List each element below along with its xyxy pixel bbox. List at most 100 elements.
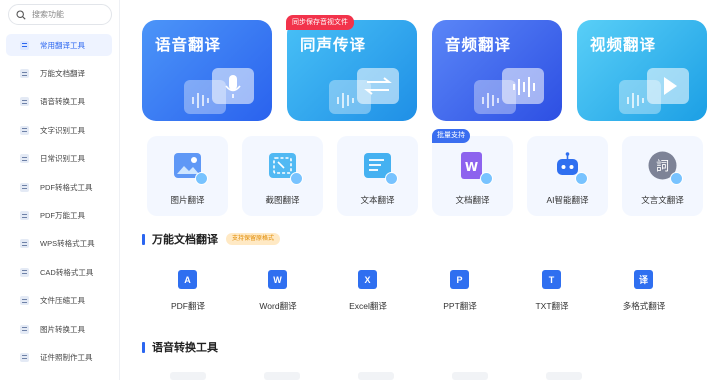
sidebar-item-icon (20, 69, 29, 79)
translate-badge-icon (385, 172, 398, 185)
ppt-icon: P (450, 270, 469, 289)
card-title: 视频翻译 (590, 37, 657, 54)
format-keep-tag: 支持保留原格式 (226, 233, 281, 245)
sidebar-item[interactable]: 文字识别工具 (0, 116, 120, 144)
search-input[interactable] (32, 10, 102, 19)
voice-translate-card[interactable]: 语音翻译 (142, 20, 272, 121)
doc-icon-glyph: T (548, 274, 555, 285)
sidebar-item[interactable]: 语音转换工具 (0, 88, 120, 116)
doc-icon-glyph: W (273, 274, 282, 285)
doc-tool-label: TXT翻译 (535, 301, 569, 311)
tool-card-classical-chinese[interactable]: 詞文言文翻译 (622, 136, 703, 216)
next-row-item (546, 372, 582, 380)
screenshot-translate-icon (267, 150, 303, 185)
sync-save-ribbon: 同步保存音视文件 (286, 15, 354, 30)
sidebar-item-icon (20, 182, 29, 192)
doc-icon-glyph: A (184, 274, 191, 285)
section-title: 万能文档翻译 (152, 234, 218, 246)
next-row-item (358, 372, 394, 380)
tool-card-ai-robot[interactable]: AI智能翻译 (527, 136, 608, 216)
svg-text:詞: 詞 (656, 160, 669, 175)
sidebar-item-label: 万能文档翻译 (40, 69, 85, 79)
text-translate-icon (362, 150, 398, 185)
sidebar-item-icon (20, 296, 29, 306)
translate-badge-icon (670, 172, 683, 185)
next-row-item (264, 372, 300, 380)
next-row-item (452, 372, 488, 380)
sidebar-item-label: 日常识别工具 (40, 154, 85, 164)
sidebar-item-icon (20, 40, 29, 50)
doc-tool-ppt[interactable]: P PPT翻译 (420, 266, 500, 316)
video-play-illustration (619, 68, 689, 114)
tool-label: 文本翻译 (360, 195, 395, 205)
doc-icon-glyph: 译 (638, 275, 648, 285)
translate-badge-icon (195, 172, 208, 185)
doc-tool-label: 多格式翻译 (622, 301, 666, 311)
tool-label: AI智能翻译 (546, 195, 589, 205)
pdf-icon: A (178, 270, 197, 289)
translate-badge-icon (290, 172, 303, 185)
microphone-illustration (184, 68, 254, 114)
doc-tool-label: PDF翻译 (170, 301, 205, 311)
next-row-item (170, 372, 206, 380)
sidebar-item-icon (20, 97, 29, 107)
translate-badge-icon (480, 172, 493, 185)
doc-tool-excel[interactable]: X Excel翻译 (328, 266, 408, 316)
svg-text:W: W (465, 160, 478, 174)
card-title: 语音翻译 (155, 37, 222, 54)
sidebar-item-icon (20, 267, 29, 277)
doc-tool-label: PPT翻译 (443, 301, 477, 311)
tool-card-image-translate[interactable]: 图片翻译 (147, 136, 228, 216)
audio-wave-illustration (474, 68, 544, 114)
doc-tool-multi-format[interactable]: 译多格式翻译 (604, 266, 684, 316)
tool-card-screenshot-translate[interactable]: 截图翻译 (242, 136, 323, 216)
section-document-translate: 万能文档翻译 支持保留原格式 (142, 232, 281, 246)
document-translate-icon: W (457, 150, 493, 185)
tool-card-document-translate[interactable]: W 文档翻译 (432, 136, 513, 216)
transfer-arrow-illustration (329, 68, 399, 114)
search-box[interactable] (8, 4, 112, 25)
translate-badge-icon (575, 172, 588, 185)
sidebar-item[interactable]: 常用翻译工具 (0, 31, 120, 59)
simultaneous-interpret-card[interactable]: 同声传译 (287, 20, 417, 121)
sidebar-item-label: 文件压缩工具 (40, 296, 85, 306)
card-title: 同声传译 (300, 37, 367, 54)
sidebar-item[interactable]: WPS转格式工具 (0, 230, 120, 258)
tool-label: 文档翻译 (455, 195, 490, 205)
sidebar-item[interactable]: 图片转换工具 (0, 315, 120, 343)
sidebar-item-icon (20, 154, 29, 164)
section-accent-bar (142, 341, 145, 353)
sidebar-item-icon (20, 125, 29, 135)
doc-tool-label: Word翻译 (259, 301, 297, 311)
main-content: 语音翻译 同声传译 音频翻译 视频翻译 图片翻译 截图翻译 文本翻译 W 文档翻译 AI智能翻译… (120, 0, 720, 380)
ai-robot-icon (552, 150, 588, 185)
app-window: 常用翻译工具万能文档翻译语音转换工具文字识别工具日常识别工具PDF转格式工具PD… (0, 0, 720, 380)
sidebar-item[interactable]: 证件照制作工具 (0, 343, 120, 371)
doc-tool-txt[interactable]: T TXT翻译 (512, 266, 592, 316)
tool-label: 图片翻译 (170, 195, 205, 205)
sidebar-item[interactable]: 文件压缩工具 (0, 287, 120, 315)
tool-card-text-translate[interactable]: 文本翻译 (337, 136, 418, 216)
sidebar-item-label: 常用翻译工具 (40, 40, 85, 50)
sidebar-item[interactable]: PDF万能工具 (0, 201, 120, 229)
sidebar: 常用翻译工具万能文档翻译语音转换工具文字识别工具日常识别工具 PDF转格式工具 PD… (0, 0, 120, 380)
image-translate-icon (172, 150, 208, 185)
section-voice-tools: 语音转换工具 (142, 340, 218, 354)
search-icon (16, 9, 26, 20)
sidebar-item[interactable]: 万能文档翻译 (0, 59, 120, 87)
video-translate-card[interactable]: 视频翻译 (577, 20, 707, 121)
doc-tool-word[interactable]: W Word翻译 (238, 266, 318, 316)
audio-translate-card[interactable]: 音频翻译 (432, 20, 562, 121)
sidebar-item-icon (20, 211, 29, 221)
doc-tool-pdf[interactable]: A PDF翻译 (148, 266, 228, 316)
sidebar-item[interactable]: PDF转格式工具 (0, 173, 120, 201)
classical-chinese-icon: 詞 (647, 150, 683, 185)
sidebar-item[interactable]: 日常识别工具 (0, 145, 120, 173)
sidebar-item-label: 文字识别工具 (40, 125, 85, 135)
sidebar-item-icon (20, 239, 29, 249)
sidebar-item-label: 图片转换工具 (40, 324, 85, 334)
sidebar-item[interactable]: CAD转格式工具 (0, 258, 120, 286)
sidebar-item-icon (20, 352, 29, 362)
multi-format-icon: 译 (634, 270, 653, 289)
word-icon: W (268, 270, 287, 289)
